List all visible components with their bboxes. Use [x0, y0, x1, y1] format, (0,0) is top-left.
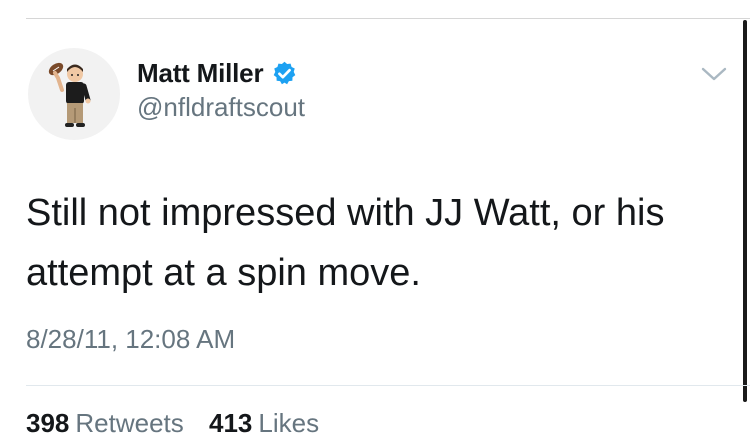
- retweets-label[interactable]: Retweets: [75, 408, 183, 438]
- author-name-row[interactable]: Matt Miller: [137, 58, 298, 89]
- retweets-count[interactable]: 398: [26, 408, 69, 438]
- tweet-text: Still not impressed with JJ Watt, or his…: [26, 192, 665, 294]
- chevron-down-icon[interactable]: [699, 64, 729, 84]
- likes-label[interactable]: Likes: [258, 408, 319, 438]
- likes-count[interactable]: 413: [209, 408, 252, 438]
- user-handle[interactable]: @nfldraftscout: [137, 92, 305, 123]
- display-name[interactable]: Matt Miller: [137, 58, 264, 89]
- top-divider: [26, 18, 750, 19]
- engagement-stats: 398 Retweets 413 Likes: [26, 408, 337, 439]
- stats-divider: [26, 385, 750, 386]
- bitmoji-avatar-icon: [48, 62, 91, 127]
- verified-badge-icon: [271, 60, 298, 87]
- tweet-timestamp[interactable]: 8/28/11, 12:08 AM: [26, 324, 235, 355]
- avatar[interactable]: [28, 48, 120, 140]
- scrollbar[interactable]: [743, 20, 747, 402]
